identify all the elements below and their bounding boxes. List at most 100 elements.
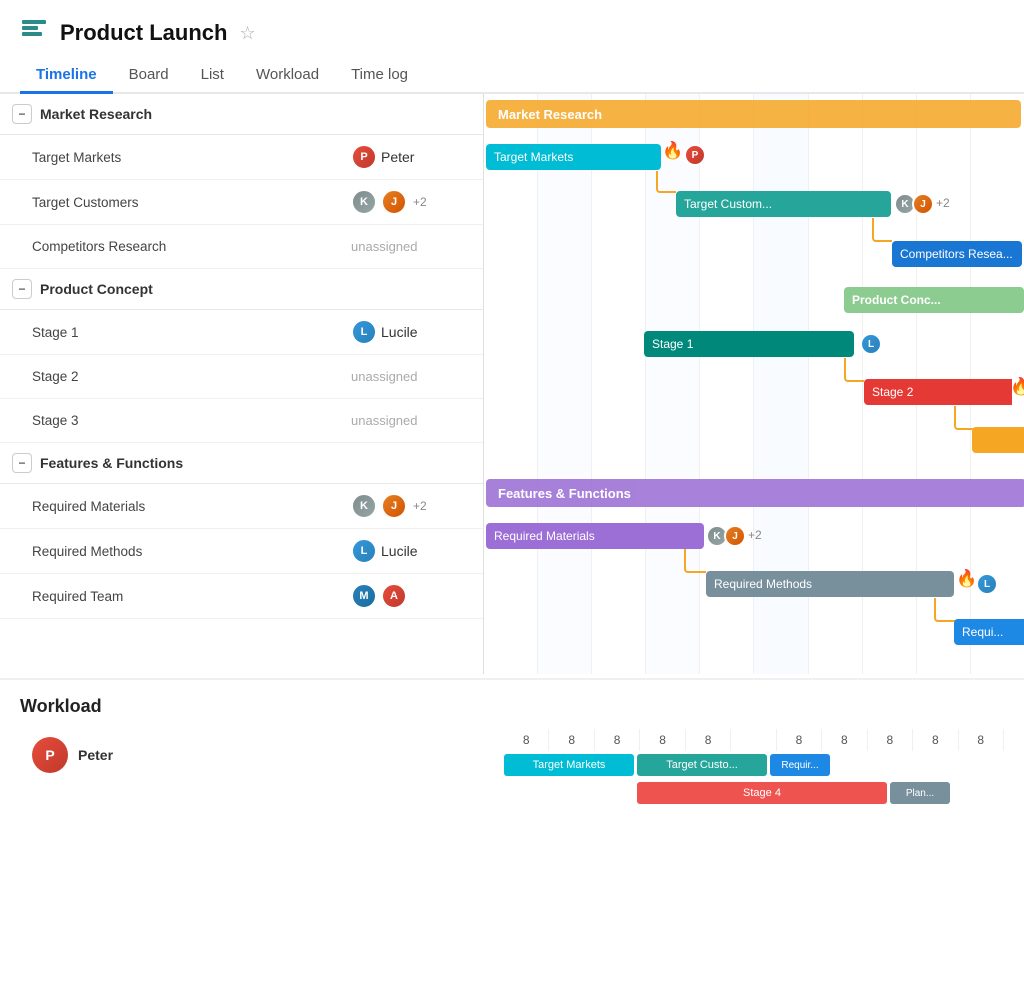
- gantt-bar-target-customers[interactable]: Target Custom...: [676, 191, 891, 217]
- task-row-stage3: Stage 3 unassigned: [0, 399, 483, 443]
- nav-tabs: Timeline Board List Workload Time log: [0, 50, 1024, 94]
- task-row-stage2: Stage 2 unassigned: [0, 355, 483, 399]
- task-row-target-customers: Target Customers K J +2: [0, 180, 483, 225]
- gantt-area: Market Research Target Markets 🔥 P Targe…: [484, 94, 1024, 674]
- star-icon[interactable]: ☆: [239, 23, 255, 44]
- task-row-competitors-research: Competitors Research unassigned: [0, 225, 483, 269]
- workload-cell: 8: [686, 729, 731, 751]
- connector-6: [934, 598, 956, 622]
- workload-cell: 8: [913, 729, 958, 751]
- workload-bars-row1: Target Markets Target Custo... Requir...: [504, 751, 1004, 779]
- workload-cell: 8: [595, 729, 640, 751]
- assignee-area: unassigned: [351, 369, 471, 384]
- workload-user-row: P Peter 8 8 8 8 8 8 8 8 8 8 Target Marke…: [20, 729, 1004, 807]
- workload-bar-target-customers: Target Custo...: [637, 754, 767, 776]
- task-row-required-methods: Required Methods L Lucile: [0, 529, 483, 574]
- task-row-required-team: Required Team M A: [0, 574, 483, 619]
- connector-5: [684, 549, 706, 573]
- avatar-lucile: L: [351, 538, 377, 564]
- workload-section: Workload P Peter 8 8 8 8 8 8 8 8 8 8: [0, 678, 1024, 815]
- assignee-name: Peter: [381, 149, 414, 165]
- tab-list[interactable]: List: [185, 58, 240, 94]
- connector-4: [954, 406, 974, 430]
- workload-bar-plan: Plan...: [890, 782, 950, 804]
- tab-workload[interactable]: Workload: [240, 58, 335, 94]
- task-name: Stage 2: [32, 369, 343, 384]
- assignee-name: Lucile: [381, 324, 418, 340]
- gantt-bar-target-markets[interactable]: Target Markets: [486, 144, 661, 170]
- avatar-multi2: J: [381, 493, 407, 519]
- avatar-multi1: K: [351, 493, 377, 519]
- app-header: Product Launch ☆: [0, 0, 1024, 50]
- fire-icon-stage2: 🔥: [1010, 377, 1024, 397]
- group-label-product-concept: Product Concept: [40, 281, 153, 297]
- task-name: Required Team: [32, 589, 343, 604]
- gantt-bar-features-group[interactable]: Features & Functions: [486, 479, 1024, 507]
- workload-cell: [731, 729, 776, 751]
- gantt-bar-competitors-research[interactable]: Competitors Resea...: [892, 241, 1022, 267]
- workload-user-name: Peter: [78, 747, 113, 763]
- gantt-bar-required-team[interactable]: Requi...: [954, 619, 1024, 645]
- gantt-avatar-rm2: J: [724, 525, 746, 547]
- group-label-market-research: Market Research: [40, 106, 152, 122]
- unassigned-label: unassigned: [351, 369, 418, 384]
- fire-icon-target-markets: 🔥: [662, 141, 683, 161]
- avatar-lucile: L: [351, 319, 377, 345]
- assignee-area: unassigned: [351, 239, 471, 254]
- workload-avatar-peter: P: [32, 737, 68, 773]
- task-name: Competitors Research: [32, 239, 343, 254]
- app-title: Product Launch: [60, 20, 227, 46]
- collapse-features-functions[interactable]: −: [12, 453, 32, 473]
- assignee-area: K J +2: [351, 189, 471, 215]
- assignee-area: L Lucile: [351, 538, 471, 564]
- tab-timeline[interactable]: Timeline: [20, 58, 113, 94]
- gantt-bar-required-methods[interactable]: Required Methods: [706, 571, 954, 597]
- assignee-name: Lucile: [381, 543, 418, 559]
- task-list: − Market Research Target Markets P Peter…: [0, 94, 484, 674]
- task-name: Target Customers: [32, 195, 343, 210]
- task-row-stage1: Stage 1 L Lucile: [0, 310, 483, 355]
- gantt-bar-stage3[interactable]: [972, 427, 1024, 453]
- collapse-product-concept[interactable]: −: [12, 279, 32, 299]
- workload-numbers-row: 8 8 8 8 8 8 8 8 8 8: [504, 729, 1004, 751]
- connector-2: [872, 218, 892, 242]
- connector-1: [656, 171, 676, 193]
- plus-count: +2: [413, 499, 427, 513]
- workload-cell: 8: [504, 729, 549, 751]
- gantt-plus-count-rm: +2: [748, 528, 762, 542]
- task-name: Target Markets: [32, 150, 343, 165]
- avatar-multi1: K: [351, 189, 377, 215]
- workload-user-peter: P Peter: [20, 729, 504, 781]
- task-row-required-materials: Required Materials K J +2: [0, 484, 483, 529]
- gantt-avatar-peter: P: [684, 144, 706, 166]
- workload-bar-target-markets: Target Markets: [504, 754, 634, 776]
- workload-title: Workload: [20, 696, 1004, 717]
- unassigned-label: unassigned: [351, 413, 418, 428]
- workload-bars-row2: Stage 4 Plan...: [504, 779, 1004, 807]
- tab-timelog[interactable]: Time log: [335, 58, 424, 94]
- tab-board[interactable]: Board: [113, 58, 185, 94]
- task-row-target-markets: Target Markets P Peter: [0, 135, 483, 180]
- avatar-blue: M: [351, 583, 377, 609]
- collapse-market-research[interactable]: −: [12, 104, 32, 124]
- assignee-area: unassigned: [351, 413, 471, 428]
- workload-cell: 8: [640, 729, 685, 751]
- assignee-area: K J +2: [351, 493, 471, 519]
- gantt-bar-required-materials[interactable]: Required Materials: [486, 523, 704, 549]
- avatar-peter: P: [351, 144, 377, 170]
- workload-bar-requir: Requir...: [770, 754, 830, 776]
- unassigned-label: unassigned: [351, 239, 418, 254]
- connector-3: [844, 358, 864, 382]
- gantt-bar-stage2[interactable]: Stage 2: [864, 379, 1012, 405]
- gantt-avatar-lucile-stage1: L: [860, 333, 882, 355]
- gantt-plus-count: +2: [936, 196, 950, 210]
- avatar-multi2: J: [381, 189, 407, 215]
- gantt-bar-market-research-group[interactable]: Market Research: [486, 100, 1021, 128]
- gantt-bar-stage1[interactable]: Stage 1: [644, 331, 854, 357]
- workload-cell: 8: [959, 729, 1004, 751]
- task-name: Stage 1: [32, 325, 343, 340]
- workload-bar-stage4: Stage 4: [637, 782, 887, 804]
- gantt-avatar-lucile-rm: L: [976, 573, 998, 595]
- group-product-concept: − Product Concept: [0, 269, 483, 310]
- gantt-bar-product-concept-group[interactable]: Product Conc...: [844, 287, 1024, 313]
